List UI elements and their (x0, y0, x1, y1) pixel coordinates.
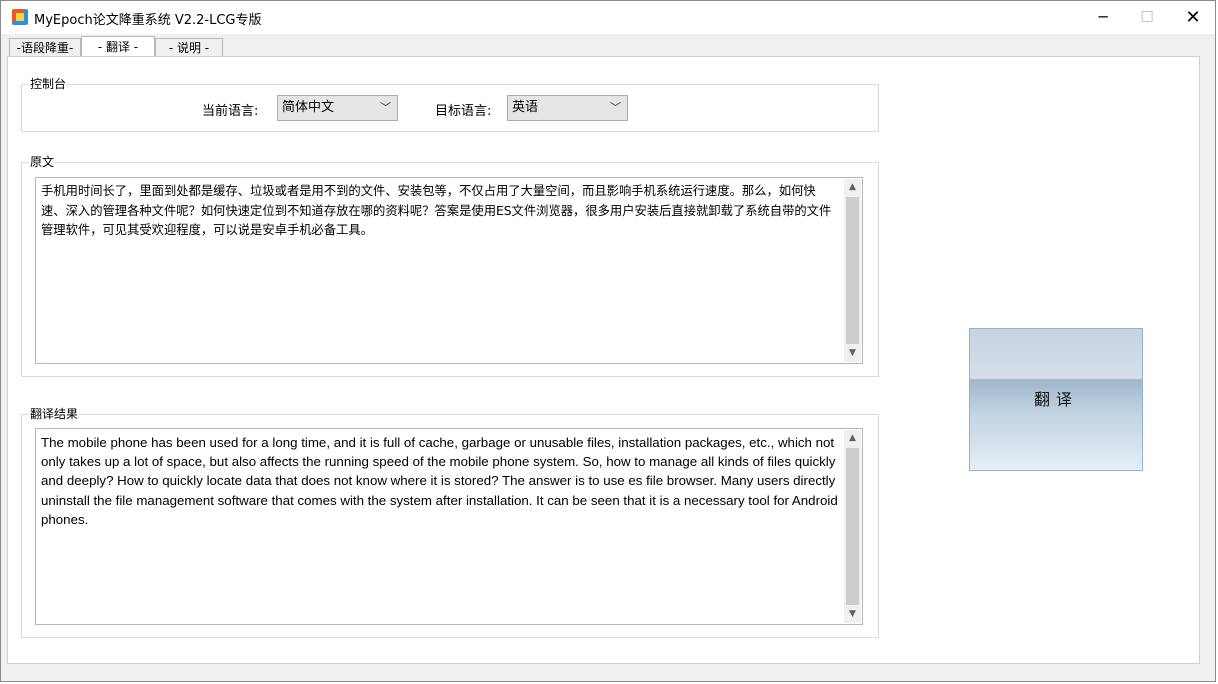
source-language-label: 当前语言: (202, 104, 259, 119)
chevron-down-icon: ﹀ (610, 101, 621, 114)
source-language-select[interactable]: 简体中文 ﹀ (277, 95, 398, 121)
result-text-group: 翻译结果 The mobile phone has been used for … (21, 407, 879, 638)
minimize-button[interactable]: ─ (1080, 1, 1126, 34)
maximize-button[interactable]: ☐ (1124, 1, 1170, 34)
tab-translate[interactable]: - 翻译 - (81, 36, 155, 57)
app-logo-icon (12, 9, 28, 25)
source-text-content: 手机用时间长了，里面到处都是缓存、垃圾或者是用不到的文件、安装包等，不仅占用了大… (41, 184, 832, 237)
scroll-thumb[interactable] (846, 197, 859, 344)
translate-page: 控制台 当前语言: 简体中文 ﹀ 目标语言: 英语 ﹀ 原文 手机用时间长了，里… (7, 56, 1200, 664)
source-language-value: 简体中文 (282, 100, 335, 115)
source-text-label: 原文 (29, 155, 56, 169)
control-panel-label: 控制台 (29, 77, 68, 91)
target-language-select[interactable]: 英语 ﹀ (507, 95, 628, 121)
scroll-down-icon[interactable]: ▼ (844, 606, 861, 623)
result-scrollbar[interactable]: ▲ ▼ (844, 430, 861, 623)
scroll-thumb[interactable] (846, 448, 859, 605)
tab-help[interactable]: - 说明 - (155, 38, 223, 56)
source-scrollbar[interactable]: ▲ ▼ (844, 179, 861, 362)
source-text-group: 原文 手机用时间长了，里面到处都是缓存、垃圾或者是用不到的文件、安装包等，不仅占… (21, 155, 879, 377)
target-language-value: 英语 (512, 100, 539, 115)
scroll-down-icon[interactable]: ▼ (844, 345, 861, 362)
window-title: MyEpoch论文降重系统 V2.2-LCG专版 (34, 13, 262, 28)
translate-button[interactable]: 翻译 (969, 328, 1143, 471)
app-window: MyEpoch论文降重系统 V2.2-LCG专版 ─ ☐ ✕ -语段降重- - … (0, 0, 1216, 682)
result-text-label: 翻译结果 (29, 407, 80, 421)
chevron-down-icon: ﹀ (380, 101, 391, 114)
scroll-up-icon[interactable]: ▲ (844, 179, 861, 196)
target-language-label: 目标语言: (435, 104, 492, 119)
result-text-area[interactable]: The mobile phone has been used for a lon… (35, 428, 863, 625)
tab-paraphrase[interactable]: -语段降重- (9, 38, 81, 56)
scroll-up-icon[interactable]: ▲ (844, 430, 861, 447)
close-button[interactable]: ✕ (1170, 1, 1216, 34)
source-text-area[interactable]: 手机用时间长了，里面到处都是缓存、垃圾或者是用不到的文件、安装包等，不仅占用了大… (35, 177, 863, 364)
title-bar[interactable]: MyEpoch论文降重系统 V2.2-LCG专版 ─ ☐ ✕ (1, 1, 1215, 34)
control-panel-group: 控制台 当前语言: 简体中文 ﹀ 目标语言: 英语 ﹀ (21, 77, 879, 132)
result-text-content: The mobile phone has been used for a lon… (41, 435, 838, 527)
